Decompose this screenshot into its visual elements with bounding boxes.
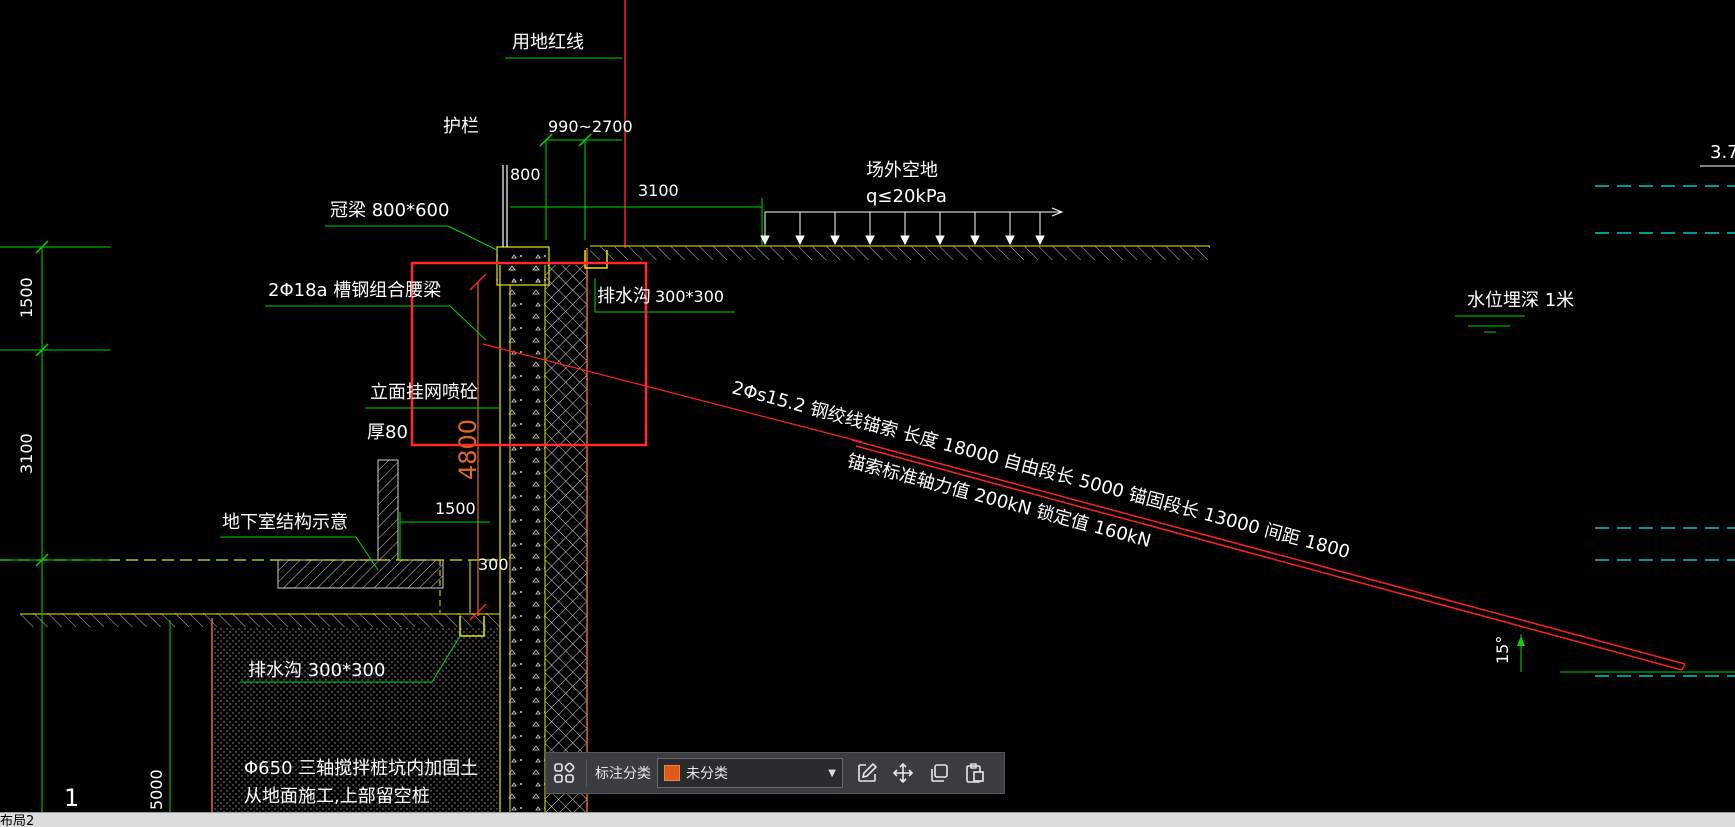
label-pile-line2: 从地面施工,上部留空桩 <box>244 786 430 807</box>
label-angle: 15° <box>1493 636 1512 664</box>
label-dim-300: 300 <box>478 555 509 574</box>
label-anchor-line1: 2Φs15.2 钢绞线锚索 长度 18000 自由段长 5000 锚固段长 13… <box>730 378 1352 564</box>
category-color-swatch <box>664 765 680 781</box>
dim-4800-text: 4800 <box>454 419 482 480</box>
soldier-pile <box>545 265 587 812</box>
label-pile-line1: Φ650 三轴搅拌桩坑内加固土 <box>244 758 478 779</box>
label-basement: 地下室结构示意 <box>222 512 348 533</box>
category-label: 标注分类 <box>595 766 651 782</box>
label-drain-top-size: 300*300 <box>655 287 724 306</box>
chevron-down-icon: ▼ <box>828 767 836 779</box>
grid-icon[interactable] <box>546 755 582 791</box>
label-drain-top: 排水沟 <box>597 286 651 307</box>
category-value: 未分类 <box>686 766 728 782</box>
anchor-cable <box>851 439 1686 665</box>
improved-soil-zone <box>212 627 500 812</box>
cad-drawing-canvas[interactable]: 4800 用地红线 护栏 990~2700 800 3100 场外空地 q≤20… <box>0 0 1735 812</box>
label-left-dim-5000: 5000 <box>147 769 166 810</box>
label-water-level: 水位埋深 1米 <box>1467 290 1574 311</box>
ground-inside-hatch <box>20 613 500 627</box>
label-left-dim-3100: 3100 <box>17 433 36 474</box>
label-load: q≤20kPa <box>866 186 947 207</box>
ground-outside-hatch <box>590 246 1210 260</box>
label-waist-beam: 2Φ18a 槽钢组合腰梁 <box>268 280 441 301</box>
category-select[interactable]: 未分类 ▼ <box>657 758 843 788</box>
label-drain-bottom: 排水沟 300*300 <box>248 660 385 681</box>
copy-icon[interactable] <box>921 755 957 791</box>
label-level-value: 3.74 <box>1710 142 1735 163</box>
move-icon[interactable] <box>885 755 921 791</box>
toolbar-separator <box>586 759 587 787</box>
label-dim-800: 800 <box>510 165 541 184</box>
label-left-dim-1500: 1500 <box>17 277 36 318</box>
paste-icon[interactable] <box>957 755 993 791</box>
label-dim-990-2700: 990~2700 <box>548 117 633 136</box>
annotation-toolbar: 标注分类 未分类 ▼ <box>545 752 1005 794</box>
shotcrete-layer <box>500 265 545 812</box>
label-crown-beam: 冠梁 800*600 <box>330 200 449 221</box>
layout-tab[interactable]: 布局2 <box>0 813 34 827</box>
label-thickness: 厚80 <box>367 422 408 443</box>
edit-icon[interactable] <box>849 755 885 791</box>
crown-beam <box>496 246 550 286</box>
label-dim-1500: 1500 <box>435 499 476 518</box>
label-grid-1: 1 <box>64 784 79 812</box>
layout-tab-bar: 布局2 <box>0 812 1735 827</box>
label-facade-shotcrete: 立面挂网喷砼 <box>370 382 478 403</box>
label-railing: 护栏 <box>443 116 479 137</box>
label-dim-3100-top: 3100 <box>638 181 679 200</box>
label-offsite-land: 场外空地 <box>866 160 938 181</box>
label-red-line: 用地红线 <box>512 32 584 53</box>
